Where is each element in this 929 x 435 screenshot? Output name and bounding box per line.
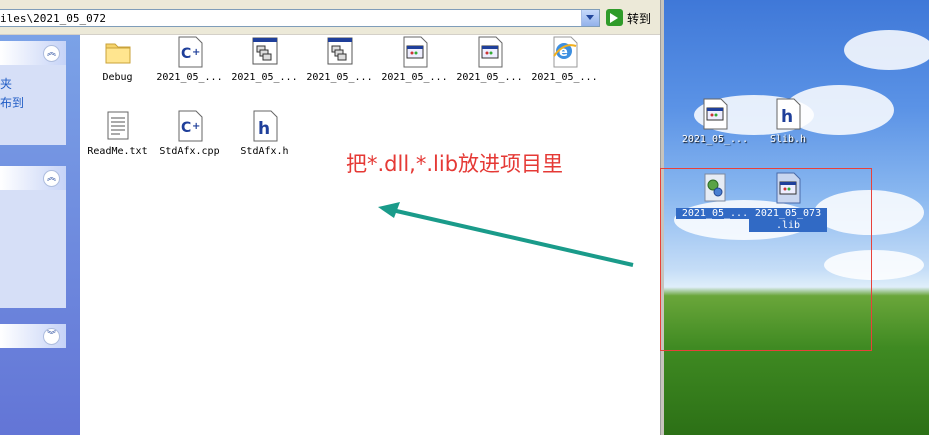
annotation-arrow (378, 202, 634, 267)
